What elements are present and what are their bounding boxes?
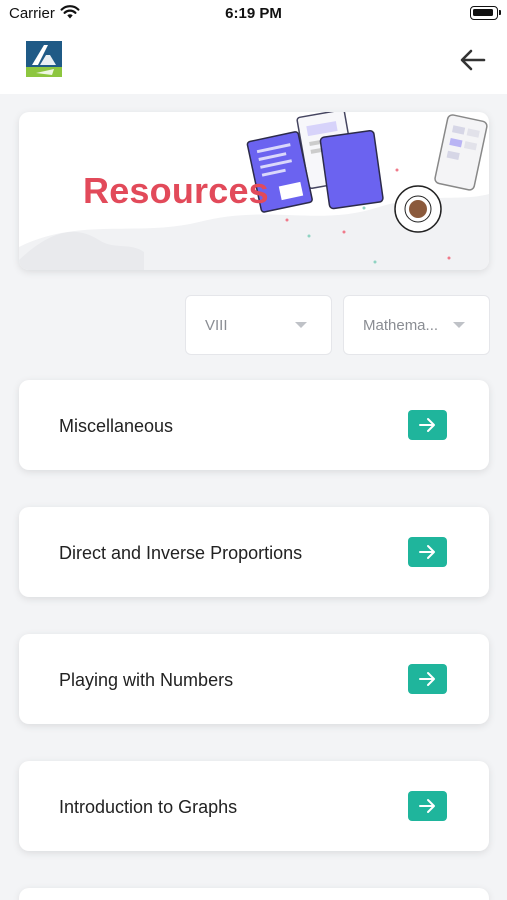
topic-label: Miscellaneous	[59, 416, 174, 436]
back-arrow-icon[interactable]	[457, 45, 489, 75]
topic-card-playing-with-numbers[interactable]: Playing with Numbers	[19, 634, 489, 724]
class-dropdown[interactable]: VIII	[185, 295, 332, 355]
banner-title: Resources	[83, 170, 269, 211]
subject-dropdown-value: Mathema...	[363, 317, 439, 334]
open-topic-button[interactable]	[408, 537, 447, 567]
topic-card-partial[interactable]	[19, 888, 489, 900]
open-topic-button[interactable]	[408, 791, 447, 821]
class-dropdown-value: VIII	[205, 317, 228, 334]
app-header	[0, 28, 507, 94]
arrow-right-icon	[419, 799, 435, 813]
arrow-right-icon	[419, 418, 435, 432]
arrow-right-icon	[419, 545, 435, 559]
status-time: 6:19 PM	[225, 5, 282, 22]
chevron-down-icon	[295, 322, 307, 328]
subject-dropdown[interactable]: Mathema...	[343, 295, 490, 355]
topic-label: Direct and Inverse Proportions	[59, 543, 303, 563]
chevron-down-icon	[453, 322, 465, 328]
topic-card-miscellaneous[interactable]: Miscellaneous	[19, 380, 489, 470]
status-bar: Carrier 6:19 PM	[0, 0, 507, 28]
resources-banner: Resources	[19, 112, 489, 270]
arrow-right-icon	[419, 672, 435, 686]
open-topic-button[interactable]	[408, 664, 447, 694]
open-topic-button[interactable]	[408, 410, 447, 440]
app-logo-icon	[26, 41, 62, 77]
topic-label: Introduction to Graphs	[59, 797, 238, 817]
topic-label: Playing with Numbers	[59, 670, 234, 690]
topic-card-introduction-to-graphs[interactable]: Introduction to Graphs	[19, 761, 489, 851]
battery-icon	[470, 6, 501, 20]
topic-card-direct-inverse-proportions[interactable]: Direct and Inverse Proportions	[19, 507, 489, 597]
